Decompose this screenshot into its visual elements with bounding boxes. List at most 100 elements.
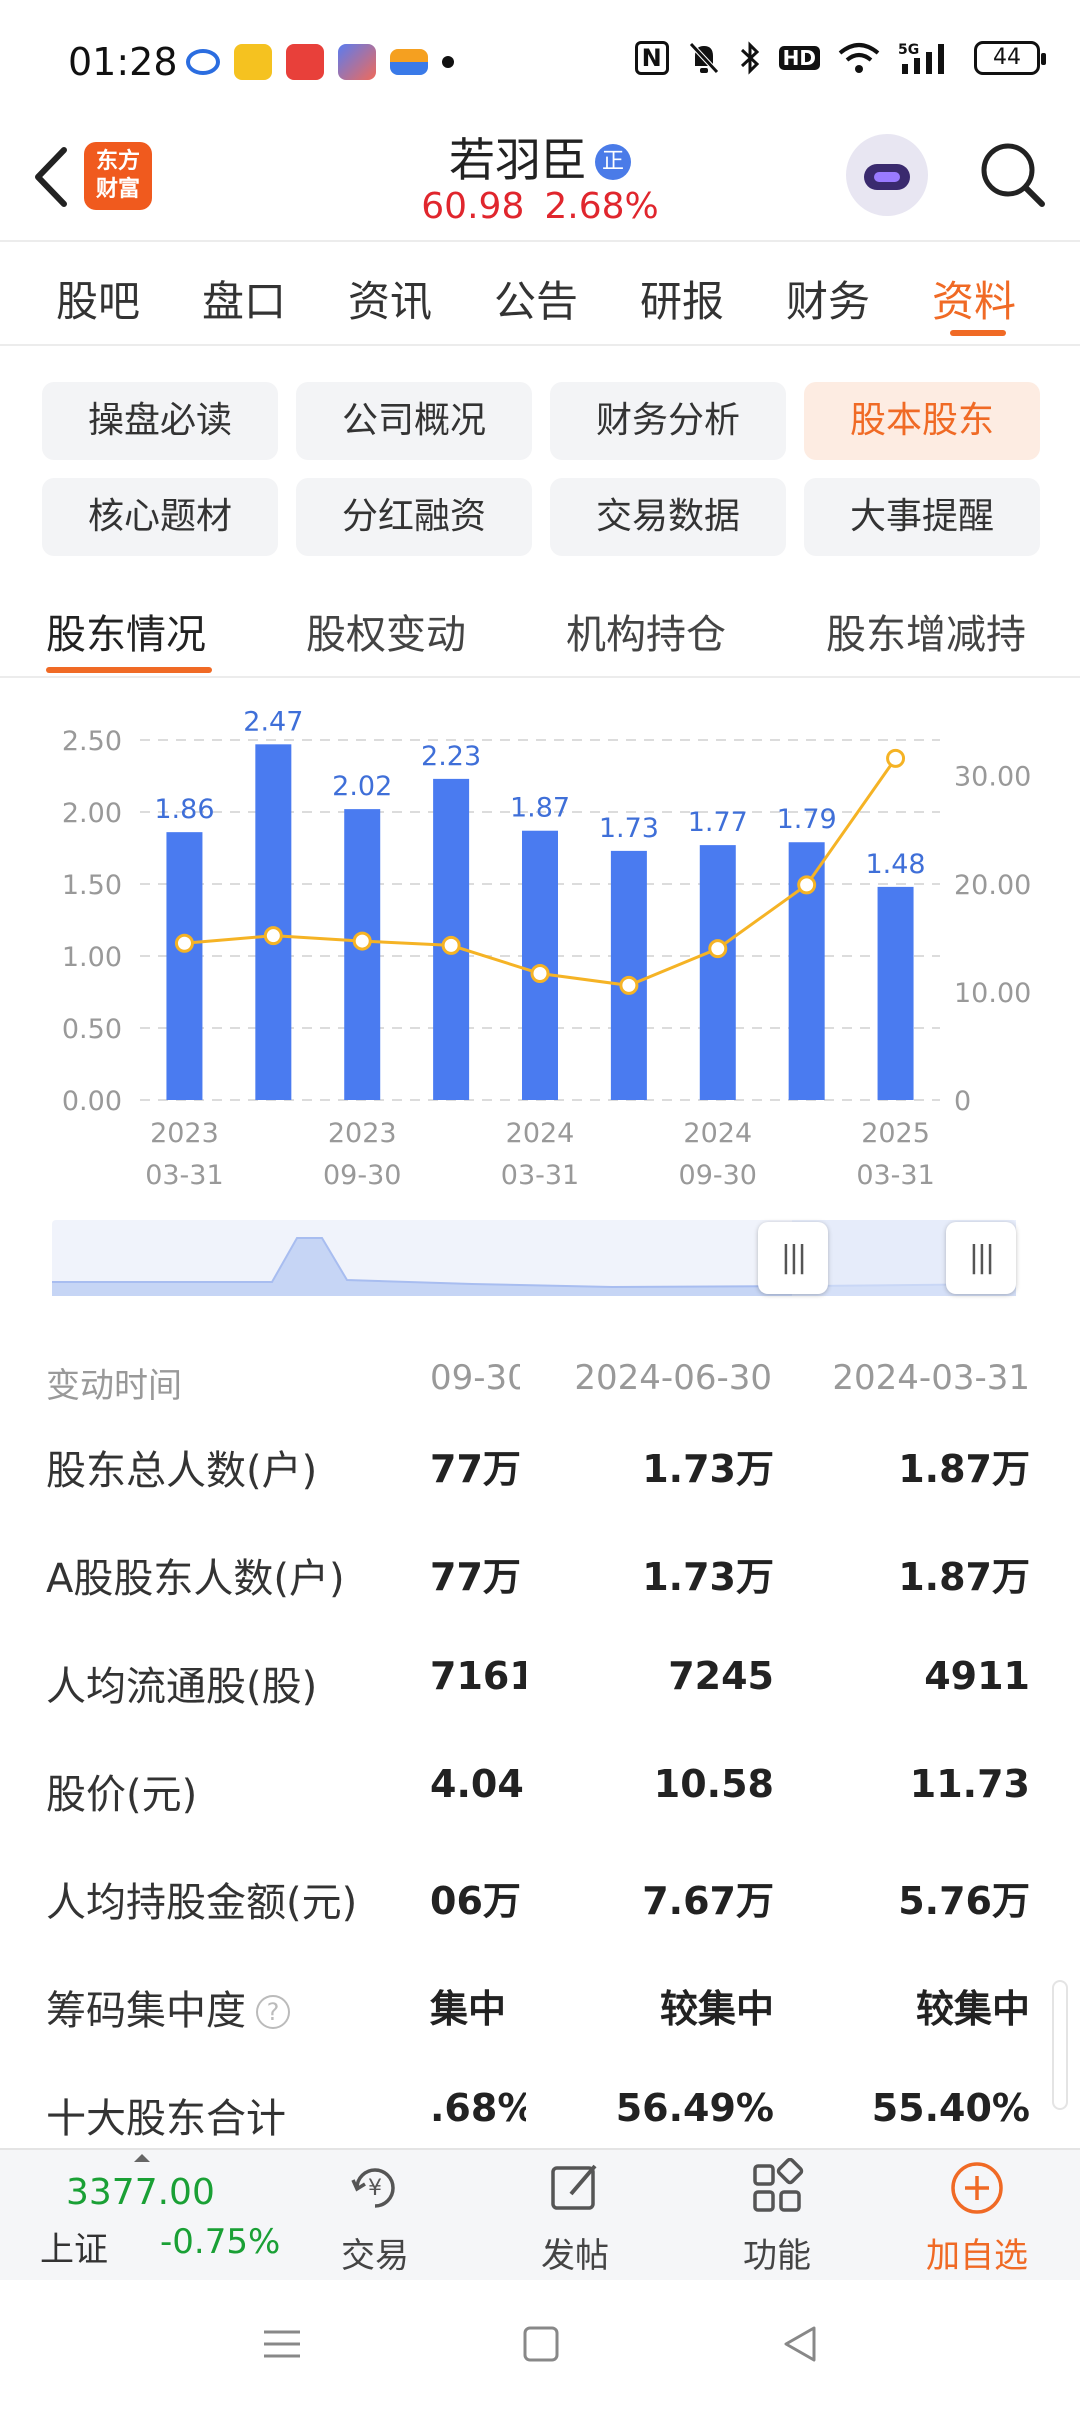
add-watchlist-button[interactable]: 加自选 bbox=[912, 2158, 1042, 2278]
mute-icon bbox=[688, 42, 719, 74]
bar-data-label: 2.02 bbox=[332, 771, 392, 802]
range-handle-right[interactable]: ||| bbox=[946, 1222, 1016, 1294]
status-right: N HD 5G 44 bbox=[634, 40, 1046, 76]
table-cell: 55.40% bbox=[871, 2086, 1030, 2130]
row-label-a-holders: A股股东人数(户) bbox=[46, 1556, 345, 1602]
bar bbox=[166, 832, 203, 1100]
chip-company-overview[interactable]: 公司概况 bbox=[296, 382, 532, 460]
line-point bbox=[708, 939, 728, 959]
bar-data-label: 1.86 bbox=[154, 794, 214, 825]
row-label-avg-holding-value: 人均持股金额(元) bbox=[46, 1880, 358, 1926]
tab-research[interactable]: 研报 bbox=[640, 268, 724, 329]
table-cell: 4.04 bbox=[430, 1762, 524, 1806]
bar-data-label: 1.87 bbox=[510, 793, 570, 824]
row-label-price: 股价(元) bbox=[46, 1772, 198, 1818]
chip-trading-guide[interactable]: 操盘必读 bbox=[42, 382, 278, 460]
menu-icon[interactable] bbox=[262, 2324, 302, 2364]
y-right-tick-label: 30.00 bbox=[954, 762, 1031, 793]
chip-shareholders[interactable]: 股本股东 bbox=[804, 382, 1040, 460]
index-change[interactable]: -0.75% bbox=[160, 2222, 280, 2262]
tab-news[interactable]: 资讯 bbox=[348, 268, 432, 329]
5g-signal-icon: 5G bbox=[898, 42, 944, 74]
notification-icons bbox=[186, 44, 454, 80]
line-point bbox=[530, 964, 550, 984]
table-cell: 1.87万 bbox=[898, 1447, 1030, 1491]
tab-indicator bbox=[950, 330, 1006, 336]
table-header-label: 变动时间 bbox=[46, 1366, 182, 1406]
chip-dividends[interactable]: 分红融资 bbox=[296, 478, 532, 556]
assistant-robot-icon[interactable] bbox=[846, 134, 928, 216]
scrollbar[interactable] bbox=[1052, 1980, 1068, 2110]
subtab-holding-changes[interactable]: 股东增减持 bbox=[826, 602, 1026, 660]
table-cell: 7161 bbox=[430, 1654, 526, 1698]
functions-button[interactable]: 功能 bbox=[712, 2157, 842, 2278]
divider bbox=[0, 240, 1080, 242]
range-handle-left[interactable]: ||| bbox=[758, 1222, 828, 1294]
hd-icon: HD bbox=[778, 46, 820, 70]
back-icon[interactable] bbox=[780, 2324, 820, 2364]
tab-profile[interactable]: 资料 bbox=[932, 268, 1016, 329]
line-point bbox=[797, 875, 817, 895]
post-button[interactable]: 发帖 bbox=[510, 2158, 640, 2278]
edit-icon bbox=[551, 2164, 597, 2210]
svg-text:¥: ¥ bbox=[368, 2176, 382, 2201]
bar bbox=[344, 809, 381, 1100]
subtab-institutions[interactable]: 机构持仓 bbox=[566, 602, 726, 660]
badge-icon: 正 bbox=[595, 144, 631, 180]
folder-app-icon bbox=[234, 44, 272, 80]
table-cell: 7245 bbox=[668, 1654, 774, 1698]
x-tick-date: 09-30 bbox=[323, 1160, 401, 1191]
system-nav-bar bbox=[0, 2280, 1080, 2412]
table-cell: 较集中 bbox=[915, 1987, 1030, 2031]
help-icon[interactable]: ? bbox=[256, 1995, 290, 2029]
divider bbox=[0, 676, 1080, 678]
subtab-equity-changes[interactable]: 股权变动 bbox=[306, 602, 466, 660]
bar-data-label: 1.73 bbox=[599, 813, 659, 844]
bar bbox=[699, 845, 736, 1100]
svg-text:5G: 5G bbox=[898, 42, 919, 58]
line-point bbox=[352, 931, 372, 951]
chip-core-themes[interactable]: 核心题材 bbox=[42, 478, 278, 556]
wallet-app-icon bbox=[390, 49, 428, 75]
tab-finance[interactable]: 财务 bbox=[786, 268, 870, 329]
x-tick-year: 2023 bbox=[328, 1118, 397, 1149]
y-left-tick-label: 1.50 bbox=[62, 870, 122, 901]
bar-data-label: 1.48 bbox=[865, 849, 925, 880]
chip-events[interactable]: 大事提醒 bbox=[804, 478, 1040, 556]
y-left-tick-label: 2.00 bbox=[62, 798, 122, 829]
table-cell: 4911 bbox=[924, 1654, 1030, 1698]
subtab-indicator bbox=[46, 667, 212, 673]
bluetooth-icon bbox=[740, 41, 759, 75]
tab-announcements[interactable]: 公告 bbox=[494, 268, 578, 329]
stock-name: 若羽臣 bbox=[449, 133, 587, 187]
caret-up-icon[interactable] bbox=[134, 2154, 150, 2162]
y-right-tick-label: 20.00 bbox=[954, 870, 1031, 901]
x-tick-year: 2023 bbox=[150, 1118, 219, 1149]
tab-guba[interactable]: 股吧 bbox=[56, 268, 140, 329]
y-left-tick-label: 1.00 bbox=[62, 942, 122, 973]
x-tick-date: 03-31 bbox=[145, 1160, 223, 1191]
search-icon[interactable] bbox=[976, 138, 1048, 210]
range-slider[interactable]: ||| ||| bbox=[52, 1220, 1016, 1296]
y-right-tick-label: 10.00 bbox=[954, 978, 1031, 1009]
row-label-total-holders: 股东总人数(户) bbox=[46, 1448, 318, 1494]
index-value[interactable]: 3377.00 bbox=[66, 2172, 215, 2213]
x-tick-date: 03-31 bbox=[501, 1160, 579, 1191]
bottom-toolbar: 3377.00 上证 -0.75% ¥ 交易 发帖 功能 加自选 bbox=[0, 2148, 1080, 2280]
home-icon[interactable] bbox=[522, 2324, 560, 2364]
bar bbox=[877, 886, 914, 1100]
chip-trading-data[interactable]: 交易数据 bbox=[550, 478, 786, 556]
trade-button[interactable]: ¥ 交易 bbox=[310, 2158, 440, 2278]
plus-circle-icon bbox=[951, 2162, 1003, 2214]
line-point bbox=[174, 933, 194, 953]
index-name[interactable]: 上证 bbox=[40, 2222, 108, 2271]
table-cell: 7.67万 bbox=[642, 1879, 774, 1923]
table-cell: 10.58 bbox=[653, 1762, 774, 1806]
line-point bbox=[619, 975, 639, 995]
chip-financial-analysis[interactable]: 财务分析 bbox=[550, 382, 786, 460]
x-tick-date: 09-30 bbox=[679, 1160, 757, 1191]
tab-pankou[interactable]: 盘口 bbox=[202, 268, 286, 329]
table-cell: 77万 bbox=[430, 1447, 521, 1491]
row-label-avg-float-shares: 人均流通股(股) bbox=[46, 1664, 318, 1710]
subtab-shareholders[interactable]: 股东情况 bbox=[46, 602, 206, 660]
